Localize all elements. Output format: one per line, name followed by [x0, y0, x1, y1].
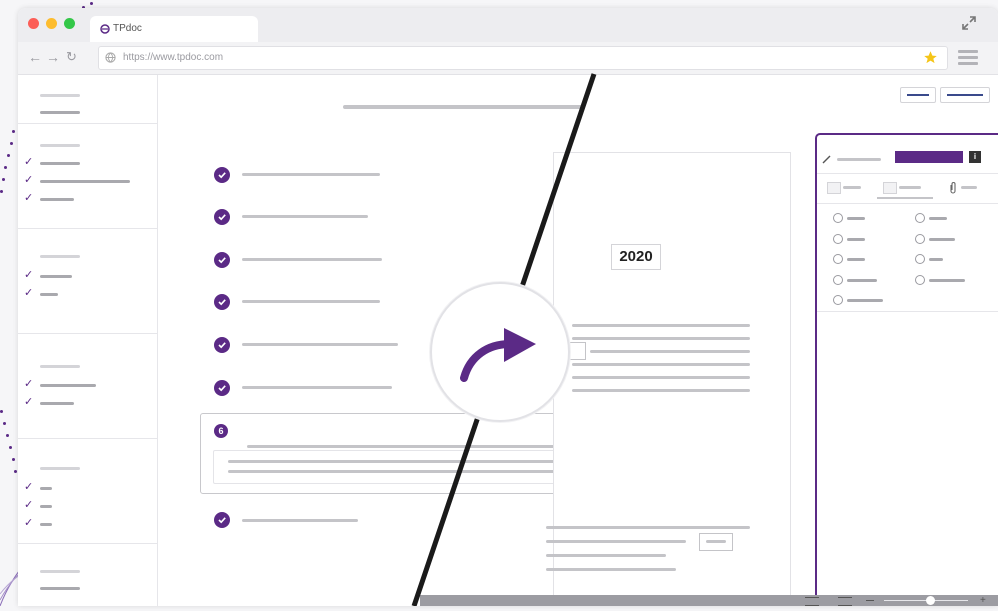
convert-badge[interactable] — [430, 282, 570, 422]
decorative-dots-left — [0, 120, 20, 500]
browser-window: TPdoc ← → ↻ https://www.tpdoc.com ✓ ✓ ✓ … — [18, 8, 998, 606]
curved-arrow-icon — [460, 328, 536, 382]
